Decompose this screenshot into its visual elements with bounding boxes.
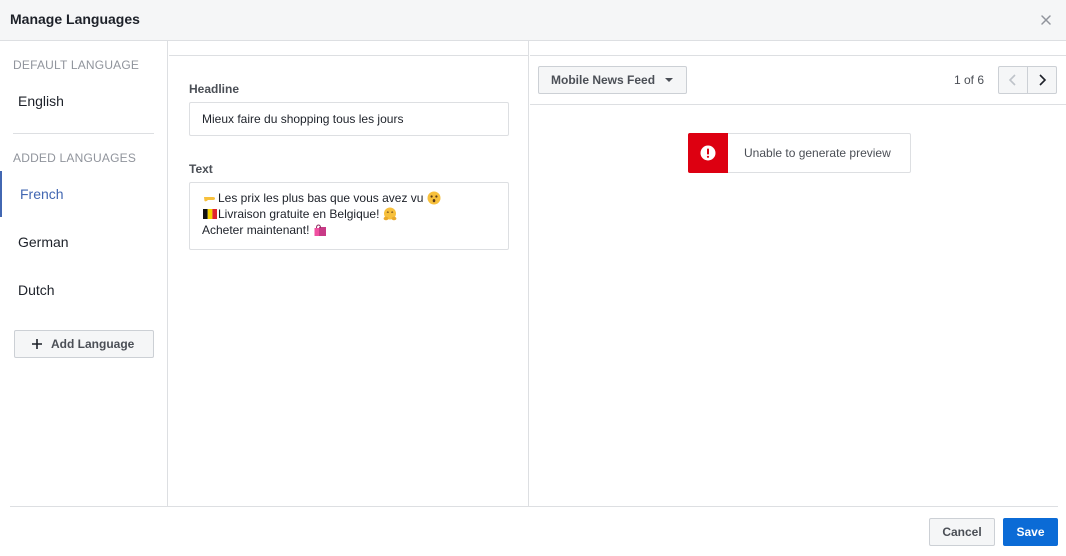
next-preview-button[interactable] <box>1027 66 1057 94</box>
ad-preview-panel: Mobile News Feed 1 of 6 Unable to genera… <box>530 41 1066 506</box>
headline-input[interactable] <box>189 102 509 136</box>
dialog-title: Manage Languages <box>10 11 140 27</box>
add-language-label: Add Language <box>51 337 135 351</box>
placement-dropdown[interactable]: Mobile News Feed <box>538 66 687 94</box>
text-line: Livraison gratuite en Belgique! <box>202 206 496 222</box>
added-languages-label: ADDED LANGUAGES <box>13 151 137 165</box>
language-sidebar: DEFAULT LANGUAGE English ADDED LANGUAGES… <box>0 41 168 506</box>
plus-icon <box>31 338 43 350</box>
error-icon-container <box>688 133 728 173</box>
text-line-content: Acheter maintenant! <box>202 223 310 237</box>
headline-label: Headline <box>189 82 240 96</box>
text-textarea[interactable]: Les prix les plus bas que vous avez vu L… <box>189 182 509 250</box>
previous-preview-button[interactable] <box>998 66 1028 94</box>
add-language-button[interactable]: Add Language <box>14 330 154 358</box>
sidebar-divider <box>13 133 154 134</box>
exclamation-icon <box>700 145 716 161</box>
caret-down-icon <box>664 77 674 83</box>
chevron-right-icon <box>1039 74 1047 86</box>
shopping-bags-icon <box>313 223 327 237</box>
close-button[interactable] <box>1034 8 1058 32</box>
default-language-label: DEFAULT LANGUAGE <box>13 58 140 72</box>
error-message: Unable to generate preview <box>744 146 891 160</box>
belgium-flag-icon <box>203 207 217 221</box>
preview-error-notice: Unable to generate preview <box>688 133 911 173</box>
text-line: Acheter maintenant! <box>202 222 496 238</box>
footer-divider <box>10 506 1058 507</box>
close-icon <box>1041 15 1051 25</box>
dialog-header: Manage Languages <box>0 0 1066 41</box>
text-line-content: Livraison gratuite en Belgique! <box>218 207 380 221</box>
sidebar-item-english[interactable]: English <box>0 78 167 124</box>
sidebar-item-dutch[interactable]: Dutch <box>0 267 167 313</box>
preview-toolbar-divider <box>530 104 1066 105</box>
text-label: Text <box>189 162 213 176</box>
chevron-left-icon <box>1008 74 1016 86</box>
preview-divider <box>530 55 1066 56</box>
ad-text-editor: Headline Text Les prix les plus bas que … <box>169 41 529 506</box>
pointing-hand-icon <box>203 191 217 205</box>
editor-divider <box>169 55 529 56</box>
text-line: Les prix les plus bas que vous avez vu <box>202 190 496 206</box>
sidebar-item-german[interactable]: German <box>0 219 167 265</box>
hugging-face-icon <box>383 207 397 221</box>
text-line-content: Les prix les plus bas que vous avez vu <box>218 191 424 205</box>
sidebar-item-french[interactable]: French <box>0 171 167 217</box>
astonished-face-icon <box>427 191 441 205</box>
cancel-button[interactable]: Cancel <box>929 518 995 546</box>
save-button[interactable]: Save <box>1003 518 1058 546</box>
pager-count: 1 of 6 <box>954 73 985 87</box>
placement-label: Mobile News Feed <box>551 73 656 87</box>
